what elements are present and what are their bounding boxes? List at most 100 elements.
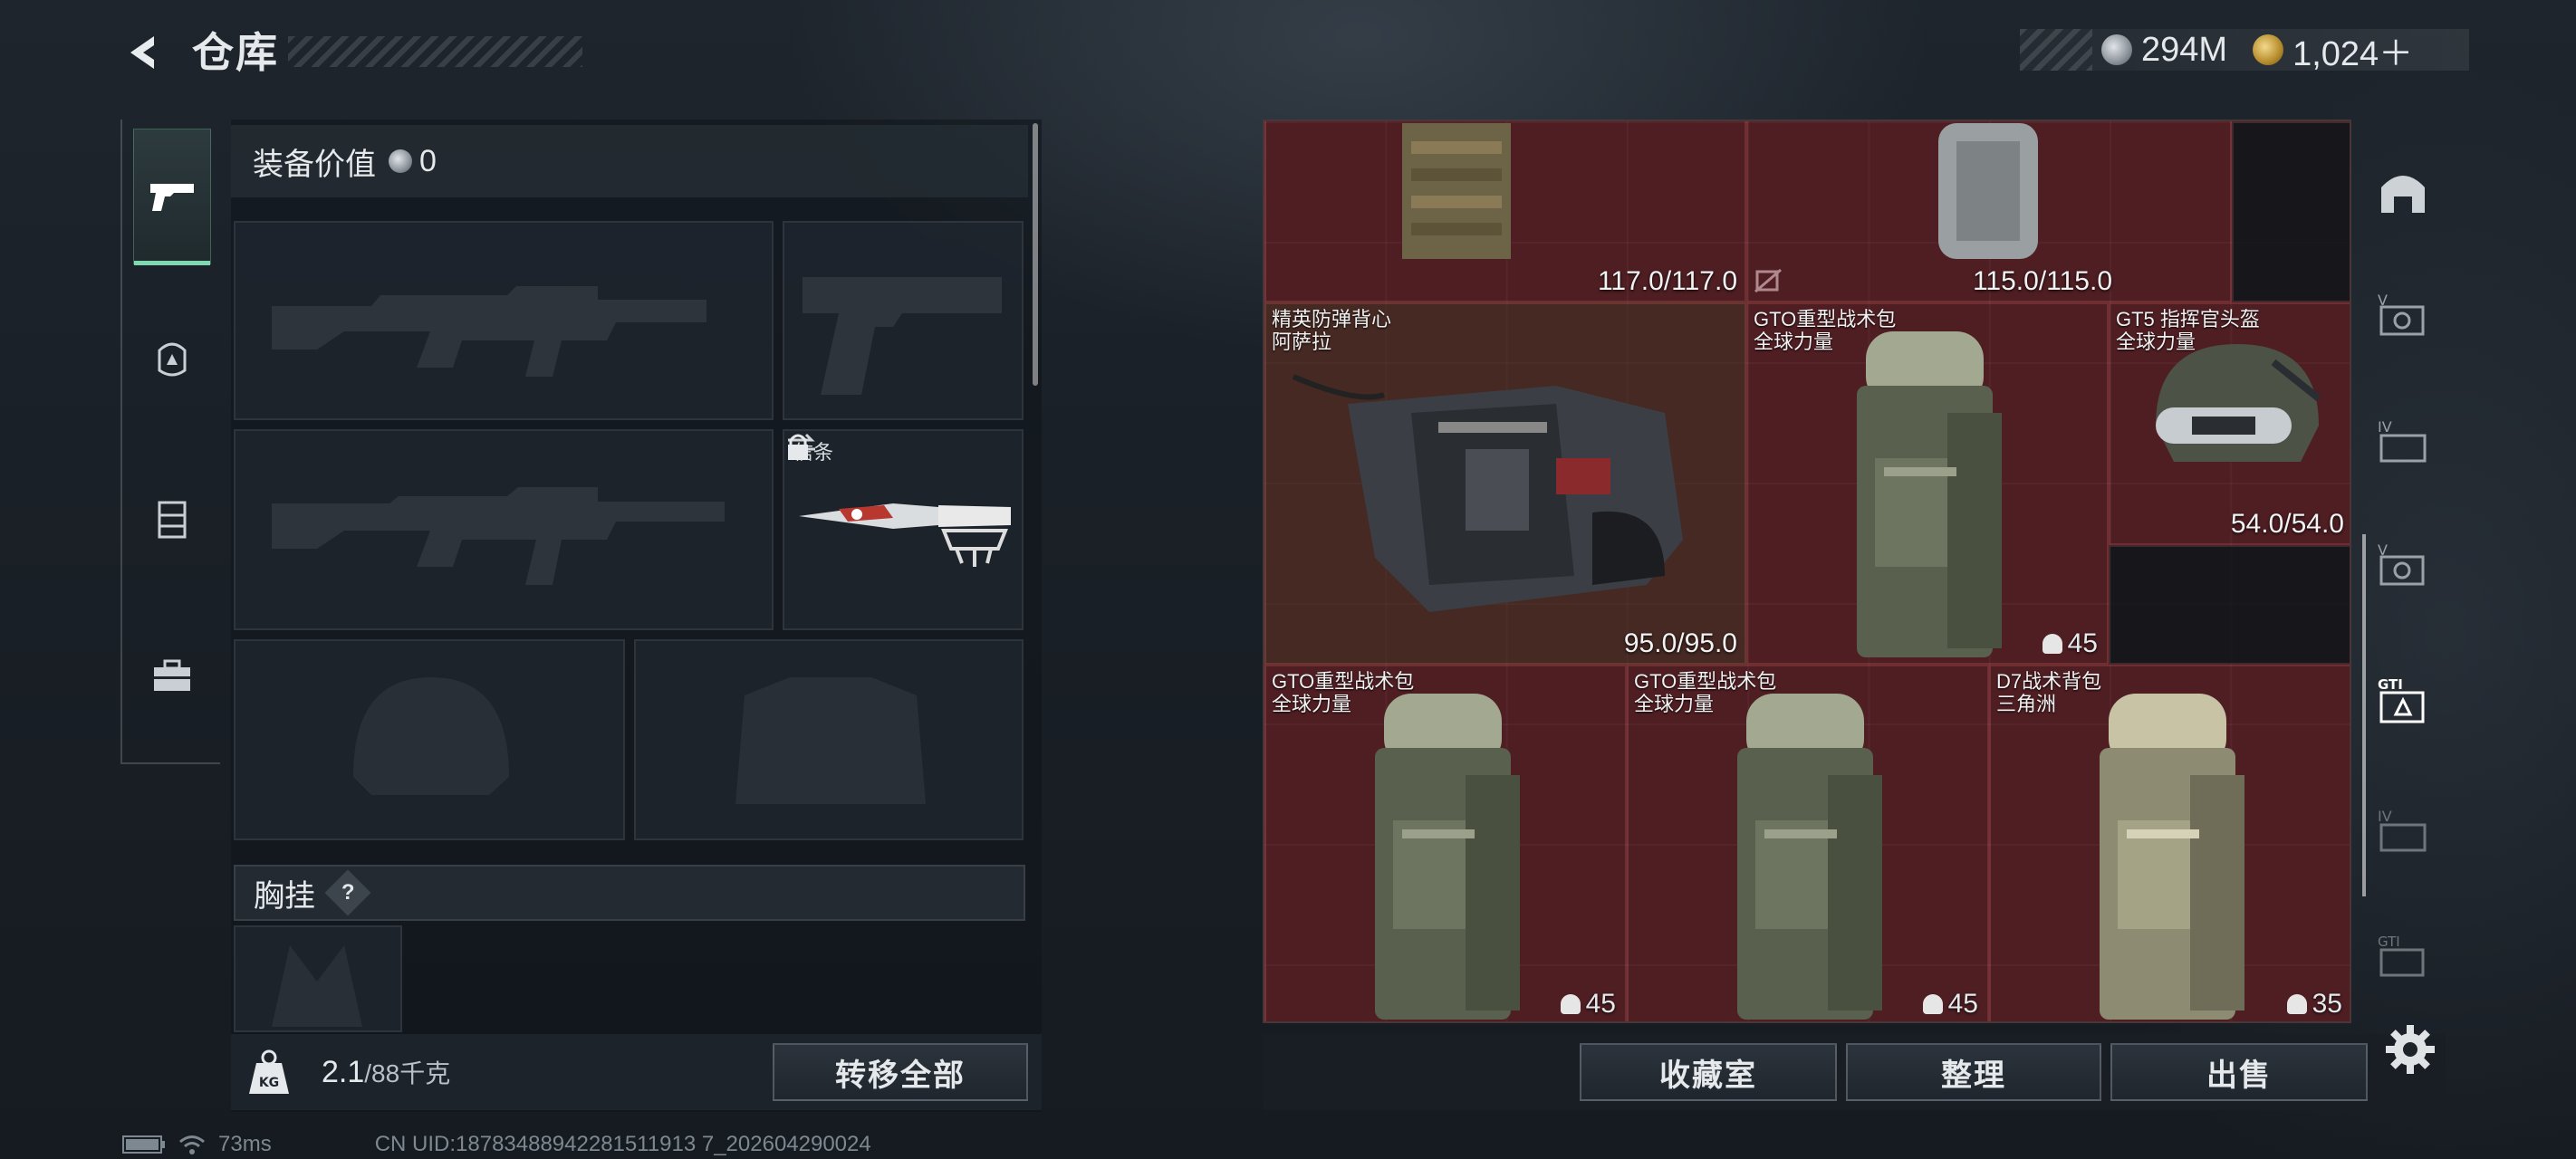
weight-max: /88千克 [364, 1059, 451, 1087]
tab-gti-1[interactable]: GTI [2371, 668, 2435, 732]
stash-item[interactable]: D7战术背包 三角洲 35 [1989, 665, 2350, 1021]
tab-v-2[interactable]: V [2371, 532, 2435, 596]
backpack-capacity-icon [2042, 634, 2062, 654]
gear-icon[interactable] [2382, 1021, 2438, 1078]
rifle-silhouette-icon [272, 286, 706, 377]
sell-button[interactable]: 出售 [2110, 1043, 2368, 1101]
pistol-silhouette-icon [803, 277, 1002, 395]
stash-item[interactable]: GTO重型战术包 全球力量 45 [1746, 302, 2109, 665]
loadout-nav [120, 120, 220, 764]
ping-readout: 73ms [218, 1132, 272, 1156]
backpack-capacity-icon [1922, 994, 1943, 1014]
svg-text:IV: IV [2378, 418, 2392, 436]
stash-item[interactable]: 117.0/117.0 [1264, 121, 1746, 302]
svg-text:IV: IV [2378, 808, 2392, 825]
item-capacity: 45 [1560, 989, 1616, 1020]
grey-vest-icon [1938, 123, 2038, 259]
battery-icon [122, 1135, 165, 1154]
svg-text:GTI: GTI [2378, 676, 2403, 693]
wifi-icon [179, 1135, 205, 1154]
stash-item[interactable]: 精英防弹背心 阿萨拉 95.0/95.0 [1264, 302, 1746, 665]
tab-iv-1[interactable]: IV [2371, 409, 2435, 473]
lock-icon [788, 434, 808, 460]
page-title: 仓库 [192, 29, 279, 76]
stash-tabs: V IV V GTI IV GTI [2362, 125, 2444, 1021]
vest-icon [158, 501, 187, 539]
chest-rig-header: 胸挂 ? [234, 865, 1025, 921]
loadout-scrollbar[interactable] [1033, 123, 1038, 386]
helmet-tab-icon [2381, 176, 2425, 213]
tab-helmets[interactable] [2371, 159, 2435, 223]
gold-balance[interactable]: 1,024＋ [2292, 25, 2413, 75]
currency-decoration [2020, 29, 2092, 71]
transfer-all-button[interactable]: 转移全部 [773, 1043, 1028, 1101]
stash-item[interactable]: GTO重型战术包 全球力量 45 [1264, 665, 1627, 1021]
tab-gti-2[interactable]: GTI [2371, 924, 2435, 987]
elite-vest-icon [1292, 374, 1683, 612]
svg-text:GTI: GTI [2378, 934, 2400, 950]
item-durability: 117.0/117.0 [1597, 266, 1737, 296]
equipment-value-amount: 0 [419, 143, 437, 178]
chest-rig-silhouette-icon [272, 945, 362, 1027]
currency-bar: 294M 1,024＋ [2020, 29, 2469, 73]
helmet-icon [2156, 344, 2321, 462]
item-durability: 115.0/115.0 [1972, 266, 2112, 296]
gti-tab-2-icon: GTI [2378, 934, 2425, 977]
silver-balance: 294M [2141, 30, 2228, 69]
nav-vest[interactable] [133, 451, 211, 587]
helmet-slot[interactable] [234, 639, 625, 840]
chest-rig-slot[interactable] [234, 925, 402, 1032]
iv-tab-2-icon: IV [2378, 808, 2427, 852]
item-durability: 54.0/54.0 [2230, 509, 2344, 539]
item-name: 精英防弹背心 阿萨拉 [1272, 308, 1392, 353]
status-footer: 73ms CN UID:18783488942281511913 7_20260… [122, 1132, 871, 1157]
tab-iv-2[interactable]: IV [2371, 799, 2435, 862]
camo-vest-icon [1402, 123, 1511, 259]
back-arrow-icon [130, 36, 154, 69]
stash-item[interactable]: 115.0/115.0 [1746, 121, 2232, 302]
weight-readout: 2.1/88千克 [322, 1054, 450, 1090]
toolbox-icon [154, 659, 190, 691]
gold-coin-icon [2253, 34, 2284, 65]
melee-slot[interactable]: 信条 [783, 429, 1024, 630]
backpack-icon [1857, 331, 2002, 657]
v-tab-2-icon: V [2378, 541, 2425, 586]
help-button[interactable]: ? [324, 869, 371, 916]
organize-button[interactable]: 整理 [1846, 1043, 2101, 1101]
primary-weapon-slot[interactable] [234, 221, 774, 420]
item-capacity: 35 [2286, 989, 2342, 1020]
gti-tab-icon: GTI [2378, 676, 2425, 723]
pistol-icon [150, 184, 194, 211]
nav-gear[interactable] [133, 292, 211, 427]
collection-room-button[interactable]: 收藏室 [1580, 1043, 1837, 1101]
nav-toolbox[interactable] [133, 608, 211, 744]
stash-item[interactable]: GT5 指挥官头盔 全球力量 54.0/54.0 [2109, 302, 2350, 545]
tab-v-1[interactable]: V [2371, 283, 2435, 346]
helmet-silhouette-icon [353, 677, 509, 795]
stash-item[interactable]: GTO重型战术包 全球力量 45 [1627, 665, 1989, 1021]
title-decoration [288, 36, 582, 67]
kg-weight-icon: KG [249, 1049, 289, 1094]
equipment-value: 装备价值 0 [231, 125, 1028, 197]
back-button[interactable] [118, 25, 172, 80]
item-capacity: 45 [2042, 628, 2098, 659]
backpack-capacity-icon [2286, 994, 2307, 1014]
knife-icon [799, 503, 1011, 567]
secondary-weapon-slot[interactable] [234, 429, 774, 630]
iv-tab-icon: IV [2378, 418, 2427, 463]
silver-coin-icon [389, 149, 412, 173]
backpack-icon [2100, 694, 2244, 1020]
rifle-silhouette-icon [272, 487, 725, 585]
chest-rig-label: 胸挂 [254, 878, 315, 914]
weight-bar: KG 2.1/88千克 转移全部 [231, 1034, 1042, 1110]
armor-slot[interactable] [634, 639, 1024, 840]
help-icon: ? [341, 879, 355, 905]
empty-cell[interactable] [2232, 121, 2350, 302]
stash-grid[interactable]: 117.0/117.0 115.0/115.0 精英防弹背心 阿萨拉 95.0/9… [1263, 120, 2351, 1023]
pistol-slot[interactable] [783, 221, 1024, 420]
nav-weapons[interactable] [133, 129, 211, 265]
empty-cell[interactable] [2109, 545, 2350, 665]
item-capacity: 45 [1922, 989, 1978, 1020]
backpack-capacity-icon [1560, 994, 1581, 1014]
backpack-icon [1375, 694, 1520, 1020]
